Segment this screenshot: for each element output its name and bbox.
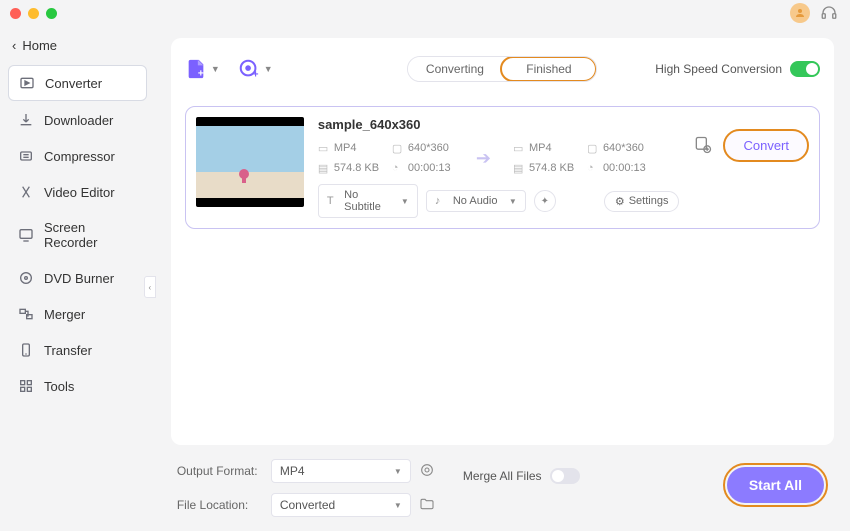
chevron-down-icon: ▼ (401, 197, 409, 206)
window-min-dot[interactable] (28, 8, 39, 19)
add-file-button[interactable]: + ▼ (185, 58, 220, 80)
sidebar-item-video-editor[interactable]: Video Editor (8, 175, 147, 209)
start-all-highlight: Start All (723, 463, 828, 507)
settings-button[interactable]: ⚙ Settings (604, 191, 680, 212)
sidebar-collapse-button[interactable]: ‹ (144, 276, 156, 298)
video-icon: ▭ (318, 142, 330, 154)
video-editor-icon (18, 184, 34, 200)
sidebar-label: Screen Recorder (44, 220, 137, 250)
user-avatar[interactable] (790, 3, 810, 23)
support-icon[interactable] (820, 4, 838, 22)
chevron-down-icon: ▼ (394, 467, 402, 476)
size-icon: ▤ (318, 162, 330, 174)
output-format-select[interactable]: MP4 ▼ (271, 459, 411, 483)
home-label: Home (22, 38, 57, 53)
sidebar-label: Video Editor (44, 185, 115, 200)
clock-icon: ◔ (392, 162, 404, 174)
converter-icon (19, 75, 35, 91)
high-speed-toggle[interactable] (790, 61, 820, 77)
chevron-down-icon: ▼ (394, 501, 402, 510)
tab-converting[interactable]: Converting (408, 57, 501, 81)
dst-format: MP4 (529, 142, 552, 154)
sidebar-item-tools[interactable]: Tools (8, 369, 147, 403)
src-resolution: 640*360 (408, 142, 449, 154)
sidebar-label: Downloader (44, 113, 113, 128)
sidebar-label: Tools (44, 379, 74, 394)
file-location-label: File Location: (177, 498, 263, 512)
tab-group: Converting Finished (407, 56, 597, 82)
output-format-label: Output Format: (177, 464, 263, 478)
subtitle-icon: T (327, 195, 338, 207)
sidebar-item-transfer[interactable]: Transfer (8, 333, 147, 367)
output-config-icon[interactable] (419, 462, 437, 480)
add-dvd-button[interactable]: + ▼ (238, 58, 273, 80)
window-max-dot[interactable] (46, 8, 57, 19)
sidebar-label: Merger (44, 307, 85, 322)
audio-icon: ♪ (435, 195, 447, 207)
sidebar-item-compressor[interactable]: Compressor (8, 139, 147, 173)
video-icon: ▭ (513, 142, 525, 154)
chevron-down-icon: ▼ (264, 64, 273, 74)
dst-resolution: 640*360 (603, 142, 644, 154)
convert-button[interactable]: Convert (723, 129, 809, 162)
subtitle-select[interactable]: T No Subtitle ▼ (318, 184, 418, 218)
sidebar-label: Transfer (44, 343, 92, 358)
chevron-left-icon: ‹ (12, 38, 16, 53)
src-format: MP4 (334, 142, 357, 154)
transfer-icon (18, 342, 34, 358)
merge-toggle[interactable] (550, 468, 580, 484)
downloader-icon (18, 112, 34, 128)
merge-label: Merge All Files (463, 469, 542, 483)
dvd-icon (18, 270, 34, 286)
output-format-value: MP4 (280, 464, 305, 478)
tab-finished[interactable]: Finished (500, 56, 597, 82)
window-close-dot[interactable] (10, 8, 21, 19)
src-size: 574.8 KB (334, 162, 379, 174)
sidebar-item-screen-recorder[interactable]: Screen Recorder (8, 211, 147, 259)
sidebar-label: Compressor (44, 149, 115, 164)
home-link[interactable]: ‹ Home (8, 32, 147, 63)
start-all-button[interactable]: Start All (727, 467, 824, 503)
sidebar-label: Converter (45, 76, 102, 91)
audio-value: No Audio (453, 195, 498, 207)
high-speed-label: High Speed Conversion (655, 62, 782, 76)
dst-size: 574.8 KB (529, 162, 574, 174)
arrow-right-icon: ➔ (472, 148, 495, 169)
resolution-icon: ▢ (392, 142, 404, 154)
merger-icon (18, 306, 34, 322)
file-card: sample_640x360 ▭ MP4 ▢ 640*360 ▤ 574.8 KB ◔… (185, 106, 820, 229)
compressor-icon (18, 148, 34, 164)
gear-icon: ⚙ (615, 195, 625, 208)
chevron-down-icon: ▼ (509, 197, 517, 206)
size-icon: ▤ (513, 162, 525, 174)
enhance-button[interactable]: ✦ (534, 190, 556, 212)
tools-icon (18, 378, 34, 394)
sidebar-item-merger[interactable]: Merger (8, 297, 147, 331)
audio-select[interactable]: ♪ No Audio ▼ (426, 190, 526, 212)
open-folder-button[interactable] (419, 496, 437, 514)
sidebar-item-downloader[interactable]: Downloader (8, 103, 147, 137)
settings-label: Settings (629, 195, 669, 207)
svg-text:+: + (198, 68, 204, 79)
svg-text:+: + (252, 69, 258, 80)
src-duration: 00:00:13 (408, 162, 451, 174)
clock-icon: ◔ (587, 162, 599, 174)
sidebar-label: DVD Burner (44, 271, 114, 286)
sidebar-item-dvd-burner[interactable]: DVD Burner (8, 261, 147, 295)
sidebar-item-converter[interactable]: Converter (8, 65, 147, 101)
subtitle-value: No Subtitle (344, 189, 395, 213)
screen-recorder-icon (18, 227, 34, 243)
output-config-button[interactable] (693, 135, 713, 155)
file-location-select[interactable]: Converted ▼ (271, 493, 411, 517)
chevron-down-icon: ▼ (211, 64, 220, 74)
file-name: sample_640x360 (318, 117, 680, 132)
resolution-icon: ▢ (587, 142, 599, 154)
file-location-value: Converted (280, 498, 335, 512)
dst-duration: 00:00:13 (603, 162, 646, 174)
video-thumbnail[interactable] (196, 117, 304, 207)
